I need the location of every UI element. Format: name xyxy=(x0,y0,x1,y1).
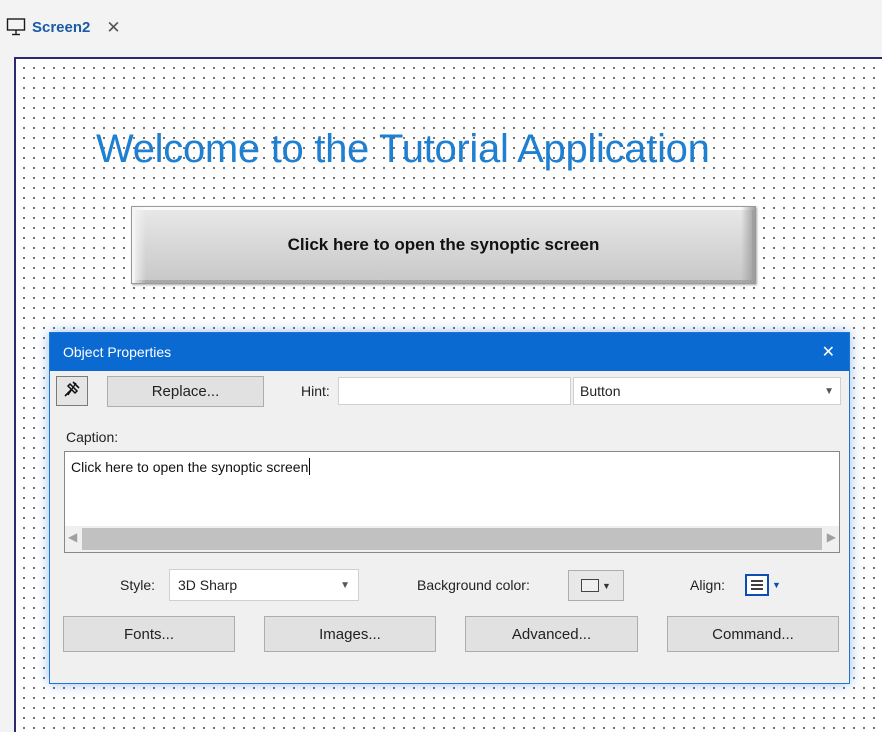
command-button[interactable]: Command... xyxy=(667,616,839,652)
replace-button[interactable]: Replace... xyxy=(107,376,264,407)
caption-textarea[interactable]: Click here to open the synoptic screen ◀… xyxy=(64,451,840,553)
chevron-down-icon: ▼ xyxy=(340,579,350,591)
text-caret xyxy=(309,458,311,475)
style-select[interactable]: 3D Sharp ▼ xyxy=(169,569,359,601)
welcome-title[interactable]: Welcome to the Tutorial Application xyxy=(96,127,710,172)
align-left-icon xyxy=(745,574,769,596)
hint-input[interactable] xyxy=(338,377,571,405)
caption-text: Click here to open the synoptic screen xyxy=(71,459,309,475)
close-tab-icon[interactable]: ✕ xyxy=(106,19,120,36)
chevron-down-icon: ▼ xyxy=(772,580,781,590)
images-button-label: Images... xyxy=(319,625,381,643)
document-tab-bar: Screen2 ✕ xyxy=(0,0,882,50)
replace-button-label: Replace... xyxy=(151,383,220,400)
color-swatch xyxy=(581,579,600,592)
object-properties-dialog: Object Properties ✕ Replace... Hint: But… xyxy=(49,332,850,684)
dialog-titlebar[interactable]: Object Properties ✕ xyxy=(50,333,849,371)
scrollbar-thumb[interactable] xyxy=(82,528,822,550)
horizontal-scrollbar[interactable]: ◀ ▶ xyxy=(65,526,839,552)
object-type-value: Button xyxy=(580,383,621,399)
style-value: 3D Sharp xyxy=(178,577,238,593)
close-icon[interactable]: ✕ xyxy=(822,342,835,362)
monitor-icon xyxy=(6,17,26,37)
align-label: Align: xyxy=(690,577,726,593)
tab-screen2[interactable]: Screen2 ✕ xyxy=(6,10,121,44)
background-color-picker[interactable]: ▼ xyxy=(568,570,624,601)
scroll-left-icon[interactable]: ◀ xyxy=(68,530,77,544)
pin-icon xyxy=(62,379,82,404)
command-button-label: Command... xyxy=(712,625,794,643)
open-synoptic-button-label: Click here to open the synoptic screen xyxy=(287,235,600,254)
caption-label: Caption: xyxy=(66,429,119,445)
object-type-select[interactable]: Button ▼ xyxy=(573,377,841,405)
chevron-down-icon: ▼ xyxy=(824,385,834,397)
dialog-title: Object Properties xyxy=(63,344,172,360)
scroll-right-icon[interactable]: ▶ xyxy=(827,530,836,544)
fonts-button-label: Fonts... xyxy=(123,625,175,643)
advanced-button-label: Advanced... xyxy=(511,625,592,643)
style-label: Style: xyxy=(120,577,156,593)
tab-label: Screen2 xyxy=(32,18,91,36)
align-picker[interactable]: ▼ xyxy=(745,571,807,599)
pin-button[interactable] xyxy=(56,376,88,406)
chevron-down-icon: ▼ xyxy=(602,580,611,591)
open-synoptic-button[interactable]: Click here to open the synoptic screen xyxy=(131,206,756,284)
images-button[interactable]: Images... xyxy=(264,616,436,652)
fonts-button[interactable]: Fonts... xyxy=(63,616,235,652)
background-color-label: Background color: xyxy=(417,577,530,593)
hint-label: Hint: xyxy=(301,383,330,399)
properties-top-row: Replace... Hint: Button ▼ xyxy=(56,375,841,407)
advanced-button[interactable]: Advanced... xyxy=(465,616,638,652)
